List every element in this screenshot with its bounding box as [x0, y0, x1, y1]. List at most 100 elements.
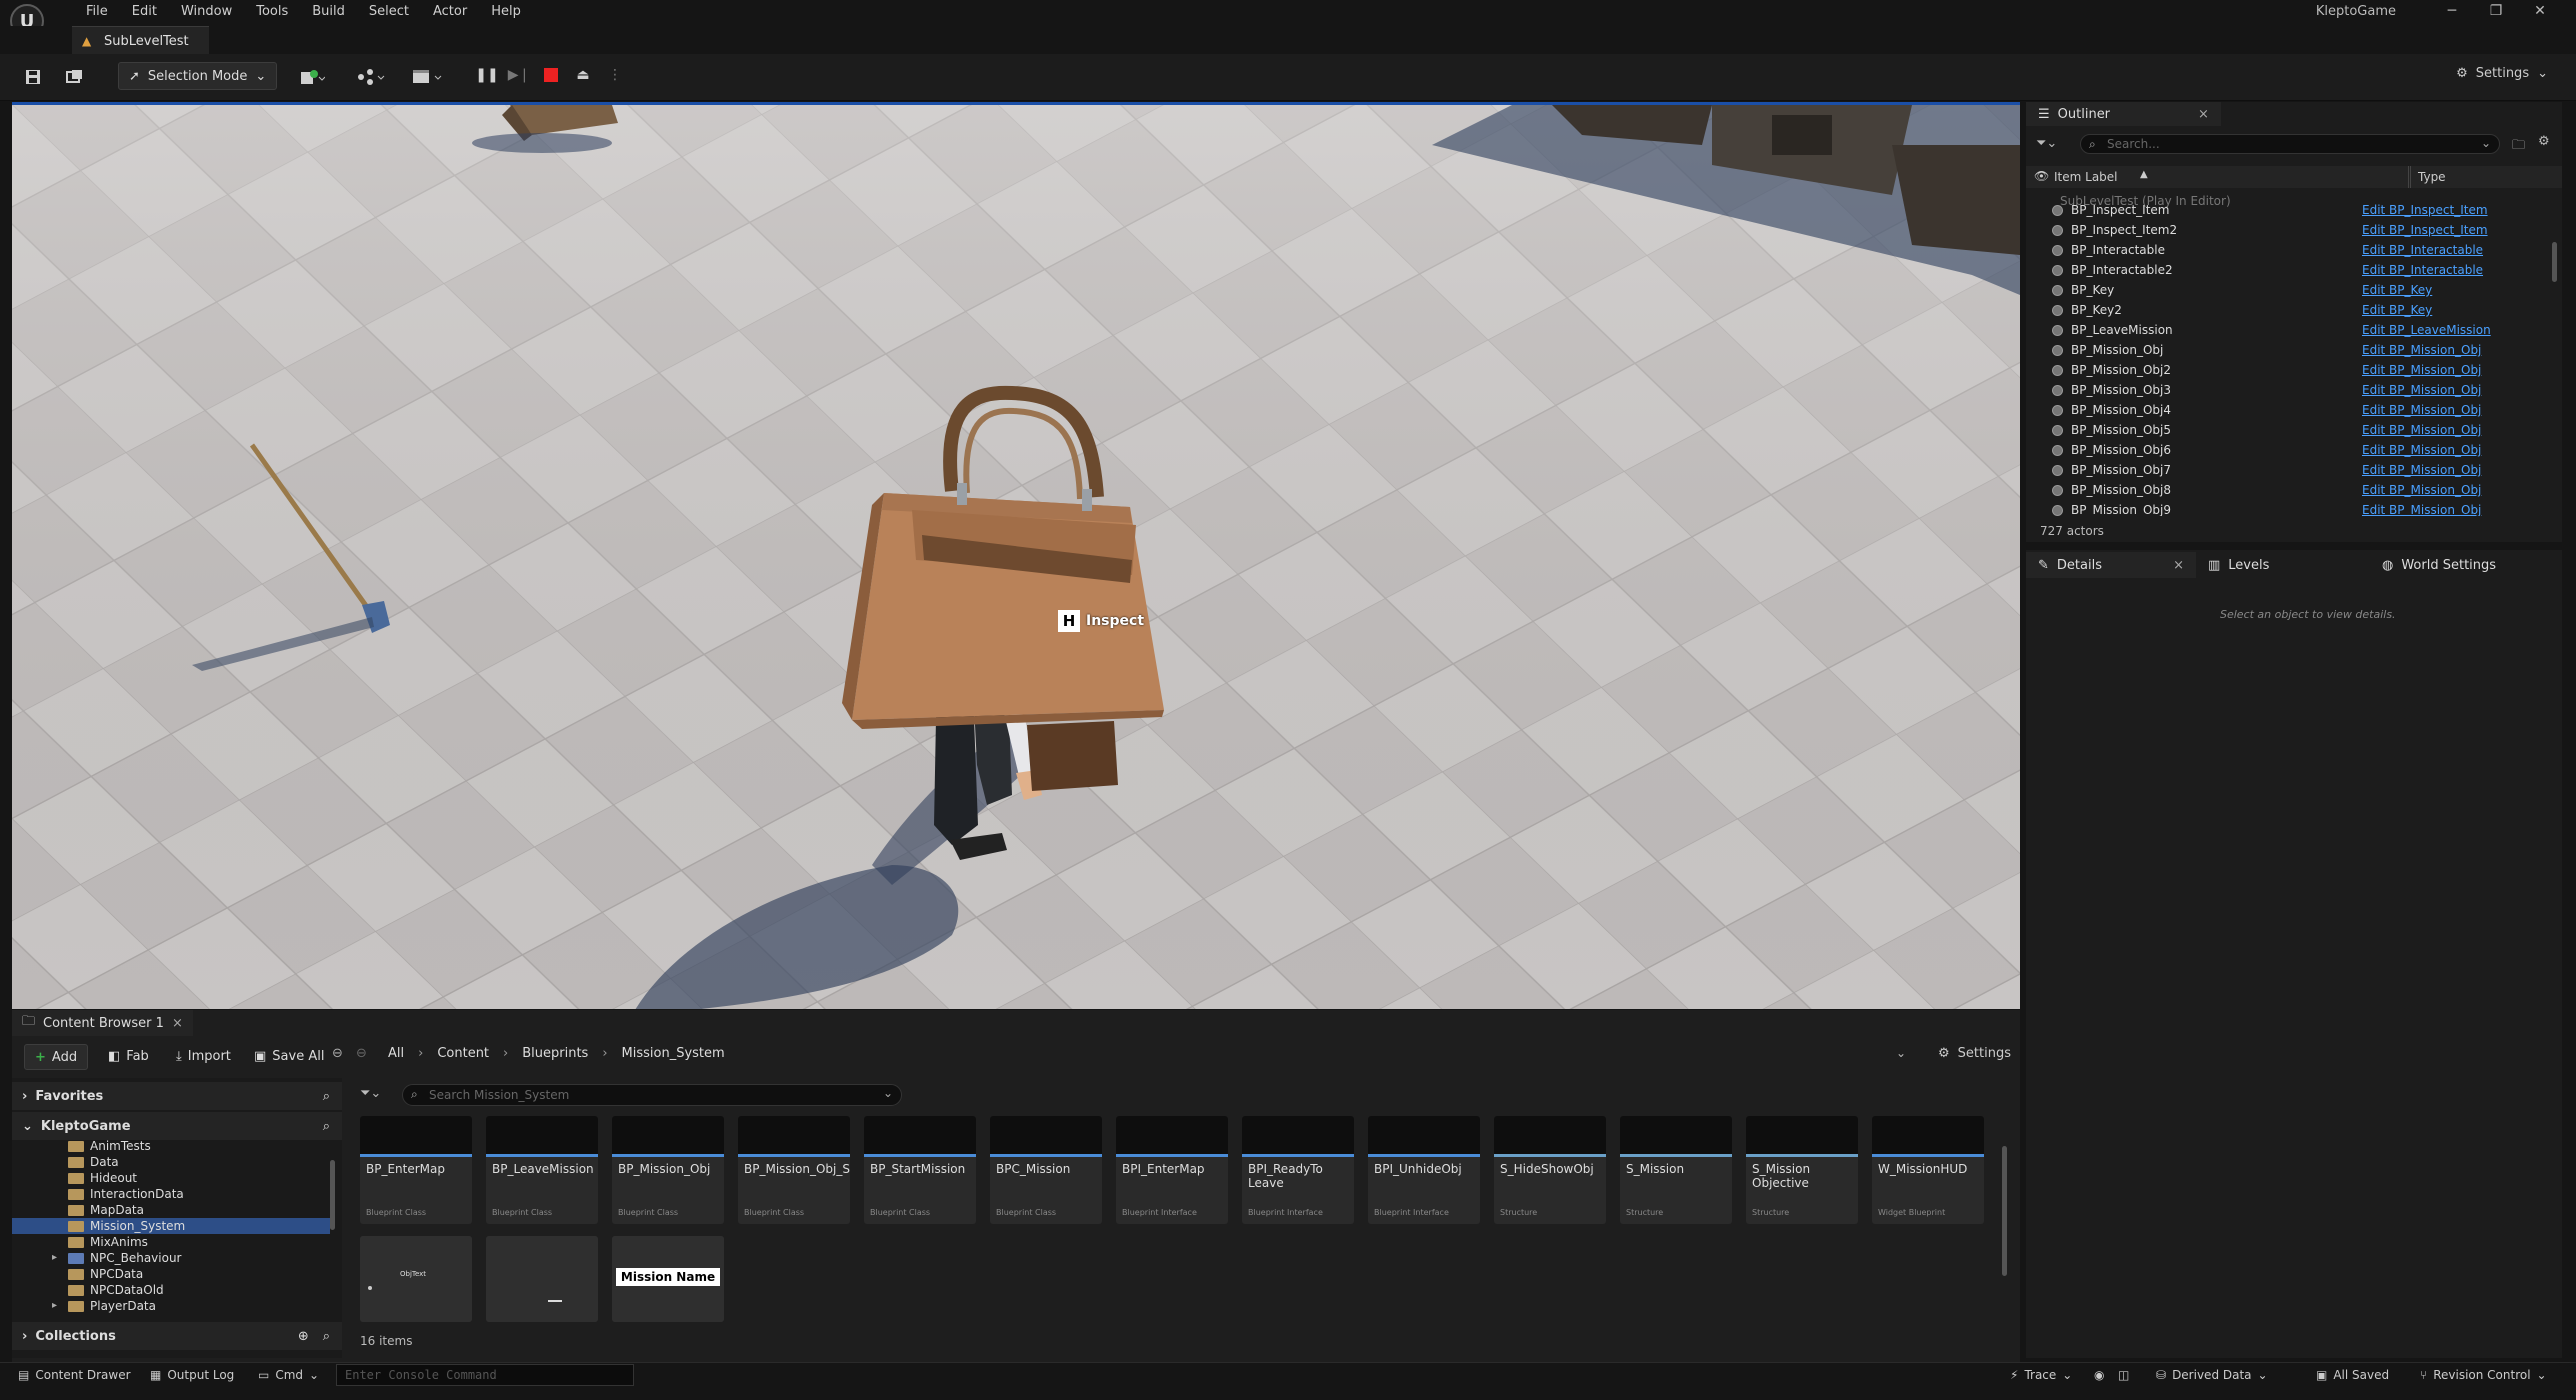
record-icon[interactable]: ◉ — [2094, 1368, 2104, 1382]
chevron-down-icon[interactable]: ⌄ — [883, 1086, 893, 1100]
outliner-row[interactable]: BP_Mission_Obj2 Edit BP_Mission_Obj — [2026, 360, 2556, 380]
outliner-row[interactable]: BP_Mission_Obj7 Edit BP_Mission_Obj — [2026, 460, 2556, 480]
save-all-button[interactable]: ▣ Save All — [244, 1044, 334, 1068]
search-icon[interactable]: ⌕ — [323, 1119, 330, 1134]
asset-tile[interactable]: ObjText — [360, 1236, 472, 1322]
revision-control-button[interactable]: ⑂ Revision Control ⌄ — [2420, 1368, 2547, 1382]
asset-tile[interactable]: BP_LeaveMission Blueprint Class — [486, 1116, 598, 1224]
tree-folder-item[interactable]: MapData — [12, 1202, 330, 1218]
outliner-row-type-link[interactable]: Edit BP_Mission_Obj — [2362, 440, 2481, 460]
screenshot-icon[interactable]: ◫ — [2118, 1368, 2129, 1382]
tab-levels[interactable]: ▥ Levels — [2196, 552, 2370, 578]
column-divider[interactable] — [2408, 166, 2409, 188]
tree-scrollbar[interactable] — [330, 1160, 335, 1230]
outliner-row-type-link[interactable]: Edit BP_Mission_Obj — [2362, 380, 2481, 400]
outliner-row[interactable]: BP_Mission_Obj Edit BP_Mission_Obj — [2026, 340, 2556, 360]
outliner-row-type-link[interactable]: Edit BP_Inspect_Item — [2362, 220, 2488, 240]
asset-tile[interactable]: W_MissionHUD Widget Blueprint — [1872, 1116, 1984, 1224]
crumb-mission-system[interactable]: Mission_System — [622, 1046, 725, 1061]
save-icon[interactable] — [20, 64, 46, 90]
asset-tile[interactable]: Mission Name — [612, 1236, 724, 1322]
close-icon[interactable]: × — [2173, 558, 2184, 573]
outliner-row-type-link[interactable]: Edit BP_Inspect_Item — [2362, 200, 2488, 220]
menu-window[interactable]: Window — [169, 2, 244, 22]
tree-folder-item[interactable]: NPCDataOld — [12, 1282, 330, 1298]
content-browser-tab[interactable]: 🗀 Content Browser 1 × — [12, 1010, 193, 1036]
outliner-search-input[interactable]: ⌕ Search... ⌄ — [2080, 134, 2500, 154]
tree-folder-item[interactable]: Hideout — [12, 1170, 330, 1186]
back-icon[interactable]: ⊖ — [332, 1046, 343, 1061]
asset-tile[interactable]: BP_EnterMap Blueprint Class — [360, 1116, 472, 1224]
crumb-blueprints[interactable]: Blueprints — [522, 1046, 588, 1061]
outliner-row[interactable]: BP_Mission_Obj3 Edit BP_Mission_Obj — [2026, 380, 2556, 400]
outliner-row-type-link[interactable]: Edit BP_Mission_Obj — [2362, 500, 2481, 516]
close-icon[interactable]: × — [2198, 107, 2209, 122]
asset-tile[interactable]: S_Mission Objective Structure — [1746, 1116, 1858, 1224]
favorites-header[interactable]: › Favorites ⌕ — [12, 1082, 342, 1110]
close-icon[interactable]: ✕ — [2518, 0, 2562, 22]
asset-scrollbar[interactable] — [2002, 1146, 2007, 1276]
asset-tile[interactable] — [486, 1236, 598, 1322]
asset-tile[interactable]: BP_StartMission Blueprint Class — [864, 1116, 976, 1224]
outliner-row[interactable]: BP_Inspect_Item Edit BP_Inspect_Item — [2026, 200, 2556, 220]
outliner-row[interactable]: BP_Mission_Obj5 Edit BP_Mission_Obj — [2026, 420, 2556, 440]
search-icon[interactable]: ⌕ — [323, 1089, 330, 1104]
pause-icon[interactable]: ❚❚ — [474, 62, 500, 88]
step-icon[interactable]: ▶❘ — [506, 62, 532, 88]
col-type[interactable]: Type — [2410, 170, 2446, 184]
gear-icon[interactable]: ⚙ — [2538, 134, 2550, 149]
selection-mode-dropdown[interactable]: ➚ Selection Mode ⌄ — [118, 62, 278, 90]
trace-dropdown[interactable]: ⚡ Trace ⌄ — [2010, 1368, 2072, 1382]
console-input[interactable]: Enter Console Command — [336, 1364, 634, 1386]
outliner-row[interactable]: BP_LeaveMission Edit BP_LeaveMission — [2026, 320, 2556, 340]
add-button[interactable]: + Add — [24, 1044, 89, 1070]
cmd-dropdown[interactable]: ▭ Cmd ⌄ — [258, 1368, 319, 1382]
outliner-tab[interactable]: ☰ Outliner × — [2026, 102, 2221, 126]
chevron-right-icon[interactable]: ▸ — [52, 1298, 62, 1314]
menu-build[interactable]: Build — [300, 2, 357, 22]
tree-folder-item[interactable]: ▸ NPC_Behaviour — [12, 1250, 330, 1266]
tab-world-settings[interactable]: ◍ World Settings — [2370, 552, 2508, 578]
menu-select[interactable]: Select — [357, 2, 421, 22]
outliner-row-type-link[interactable]: Edit BP_Key — [2362, 300, 2432, 320]
tree-folder-item[interactable]: InteractionData — [12, 1186, 330, 1202]
outliner-row-type-link[interactable]: Edit BP_Mission_Obj — [2362, 480, 2481, 500]
tree-folder-item[interactable]: NPCData — [12, 1266, 330, 1282]
content-drawer-button[interactable]: ▤ Content Drawer — [18, 1368, 131, 1382]
outliner-row-type-link[interactable]: Edit BP_LeaveMission — [2362, 320, 2491, 340]
asset-search-input[interactable]: ⌕ Search Mission_System ⌄ — [402, 1084, 902, 1106]
outliner-row-type-link[interactable]: Edit BP_Interactable — [2362, 260, 2483, 280]
outliner-row[interactable]: BP_Interactable2 Edit BP_Interactable — [2026, 260, 2556, 280]
collections-header[interactable]: › Collections ⊕ ⌕ — [12, 1322, 342, 1350]
cinematics-icon[interactable] — [406, 64, 448, 90]
eject-icon[interactable]: ⏏ — [570, 62, 596, 88]
outliner-row-type-link[interactable]: Edit BP_Mission_Obj — [2362, 400, 2481, 420]
fab-button[interactable]: ◧ Fab — [98, 1044, 159, 1068]
import-button[interactable]: ⤓ Import — [166, 1044, 241, 1068]
col-item-label[interactable]: Item Label — [2054, 170, 2118, 184]
outliner-row-type-link[interactable]: Edit BP_Mission_Obj — [2362, 340, 2481, 360]
settings-button[interactable]: ⚙ Settings ⌄ — [2456, 66, 2548, 81]
outliner-row-type-link[interactable]: Edit BP_Mission_Obj — [2362, 420, 2481, 440]
search-icon[interactable]: ⌕ — [323, 1329, 330, 1344]
menu-actor[interactable]: Actor — [421, 2, 479, 22]
restore-icon[interactable]: ❐ — [2474, 0, 2518, 22]
tree-folder-item[interactable]: Mission_System — [12, 1218, 330, 1234]
filter-icon[interactable]: ⏷⌄ — [360, 1086, 381, 1101]
outliner-row[interactable]: BP_Mission_Obj6 Edit BP_Mission_Obj — [2026, 440, 2556, 460]
filter-icon[interactable]: ⏷⌄ — [2036, 136, 2057, 151]
close-icon[interactable]: × — [172, 1016, 183, 1031]
chevron-down-icon[interactable]: ⌄ — [2481, 136, 2491, 150]
asset-tile[interactable]: S_HideShowObj Structure — [1494, 1116, 1606, 1224]
asset-tile[interactable]: S_Mission Structure — [1620, 1116, 1732, 1224]
more-options-icon[interactable]: ⋮ — [602, 62, 628, 88]
crumb-all[interactable]: All — [388, 1046, 404, 1061]
asset-tile[interactable]: BPI_ReadyTo Leave Blueprint Interface — [1242, 1116, 1354, 1224]
outliner-row-type-link[interactable]: Edit BP_Mission_Obj — [2362, 460, 2481, 480]
asset-tile[interactable]: BPI_EnterMap Blueprint Interface — [1116, 1116, 1228, 1224]
menu-help[interactable]: Help — [479, 2, 533, 22]
tree-folder-item[interactable]: Data — [12, 1154, 330, 1170]
asset-tile[interactable]: BPI_UnhideObj Blueprint Interface — [1368, 1116, 1480, 1224]
chevron-down-icon[interactable]: ⌄ — [1896, 1046, 1914, 1064]
derived-data-button[interactable]: ⛁ Derived Data ⌄ — [2156, 1368, 2268, 1382]
